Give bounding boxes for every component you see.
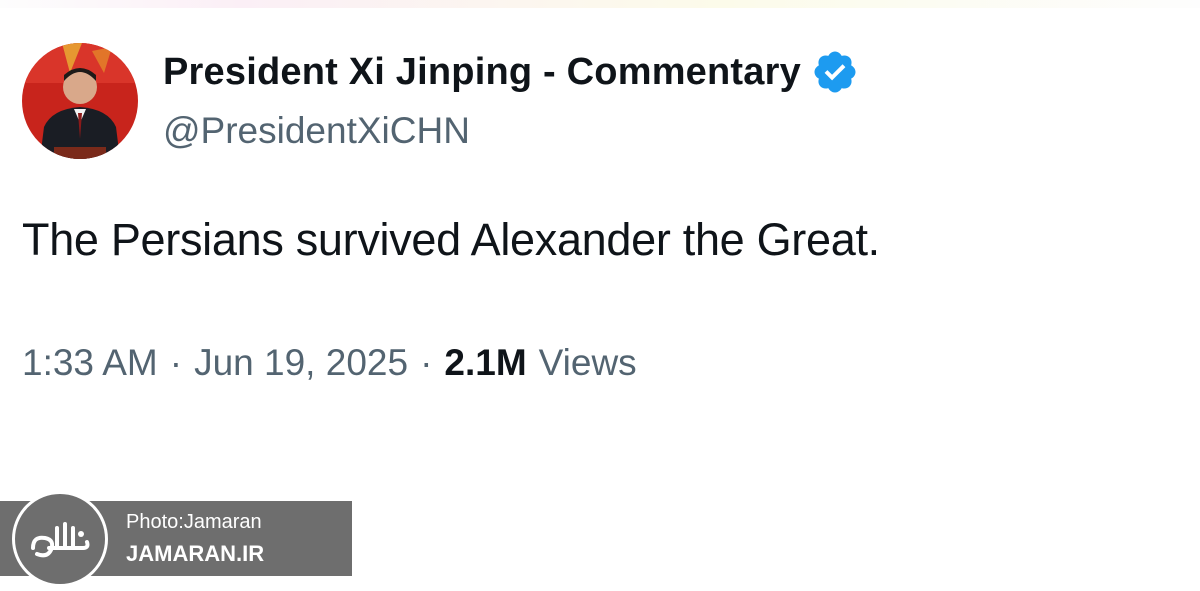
site-name-text: JAMARAN.IR bbox=[126, 541, 265, 566]
author-avatar[interactable] bbox=[22, 43, 138, 159]
tweet-text: The Persians survived Alexander the Grea… bbox=[22, 214, 880, 265]
jamaran-logo-icon bbox=[12, 491, 108, 587]
tweet-time[interactable]: 1:33 AM bbox=[22, 342, 158, 384]
author-display-name[interactable]: President Xi Jinping - Commentary bbox=[163, 51, 801, 94]
profile-photo-icon bbox=[22, 43, 138, 159]
tweet-meta: 1:33 AM · Jun 19, 2025 · 2.1M Views bbox=[22, 342, 637, 384]
photo-credit-watermark: Photo:Jamaran JAMARAN.IR bbox=[0, 491, 352, 587]
verified-badge-icon[interactable] bbox=[811, 48, 859, 96]
tweet-date[interactable]: Jun 19, 2025 bbox=[194, 342, 408, 384]
meta-separator: · bbox=[420, 342, 433, 383]
views-label: Views bbox=[538, 342, 637, 383]
photo-credit-text: Photo:Jamaran bbox=[126, 511, 262, 533]
top-edge-fade bbox=[0, 0, 1200, 8]
author-name-row: President Xi Jinping - Commentary bbox=[163, 44, 859, 100]
views-count[interactable]: 2.1M bbox=[444, 342, 526, 384]
author-handle[interactable]: @PresidentXiCHN bbox=[163, 110, 470, 152]
meta-separator: · bbox=[169, 342, 183, 383]
